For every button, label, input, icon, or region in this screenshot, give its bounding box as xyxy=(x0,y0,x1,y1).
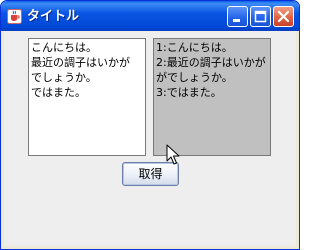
output-textarea[interactable]: 1:こんにちは。 2:最近の調子はいかが がでしょうか。 3:ではまた。 xyxy=(153,38,271,156)
app-window: タイトル こんにちは。 最近の調子はいかが でしょうか。 ではまた。 1:こんに… xyxy=(0,0,300,250)
close-button[interactable] xyxy=(273,6,294,27)
client-area: こんにちは。 最近の調子はいかが でしょうか。 ではまた。 1:こんにちは。 2… xyxy=(4,31,296,246)
maximize-button[interactable] xyxy=(250,6,271,27)
java-cup-icon[interactable] xyxy=(7,9,22,24)
minimize-button[interactable] xyxy=(227,6,248,27)
close-icon xyxy=(277,10,290,23)
title-bar[interactable]: タイトル xyxy=(1,1,299,31)
window-title: タイトル xyxy=(27,9,80,24)
mouse-cursor-icon xyxy=(166,144,180,165)
input-textarea[interactable]: こんにちは。 最近の調子はいかが でしょうか。 ではまた。 xyxy=(28,38,146,156)
maximize-icon xyxy=(254,10,267,23)
minimize-icon xyxy=(233,19,240,22)
